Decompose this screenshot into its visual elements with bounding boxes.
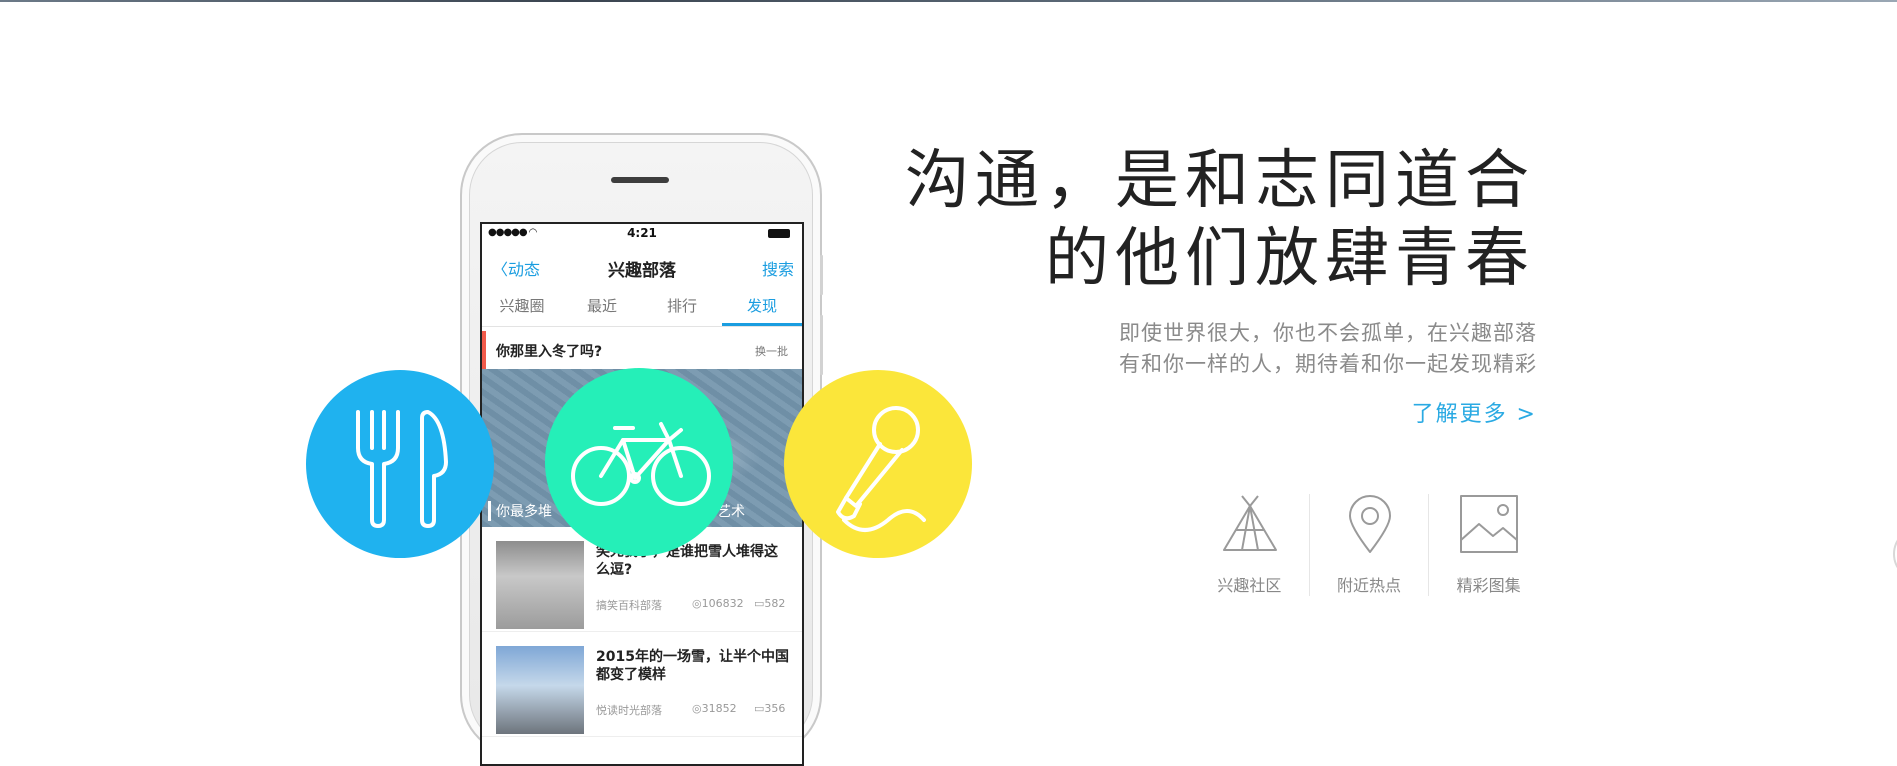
bicycle-icon xyxy=(571,422,711,506)
microphone-icon xyxy=(836,406,926,532)
comments-count: 356 xyxy=(764,702,786,715)
cycling-category-circle[interactable] xyxy=(545,368,733,556)
karaoke-category-circle[interactable] xyxy=(784,370,972,558)
article-thumbnail xyxy=(496,646,584,734)
learn-more-link[interactable]: 了解更多 > xyxy=(1412,396,1537,428)
subcopy-line1: 即使世界很大，你也不会孤单，在兴趣部落 xyxy=(1119,321,1537,345)
feature-label: 兴趣社区 xyxy=(1217,576,1282,595)
feature-interest-community[interactable]: 兴趣社区 xyxy=(1190,494,1309,596)
location-pin-icon xyxy=(1348,495,1391,553)
views-count: 106832 xyxy=(701,597,744,610)
article-views: ◎31852 xyxy=(692,702,737,715)
battery-icon xyxy=(768,229,790,238)
food-category-circle[interactable] xyxy=(306,370,494,558)
search-button[interactable]: 搜索 xyxy=(762,256,794,280)
feature-label: 附近热点 xyxy=(1337,576,1402,595)
app-title: 兴趣部落 xyxy=(608,261,676,281)
fork-knife-icon xyxy=(356,410,448,528)
tab-bar: 兴趣圈 最近 排行 发现 xyxy=(482,288,802,327)
comment-icon: ▭ xyxy=(754,597,765,610)
eye-icon: ◎ xyxy=(692,702,702,715)
comments-count: 582 xyxy=(764,597,786,610)
article-source: 搞笑百科部落 xyxy=(596,599,662,612)
subcopy-line2: 有和你一样的人，期待着和你一起发现精彩 xyxy=(1119,352,1537,376)
top-accent-bar xyxy=(0,0,1897,2)
headline-line1: 沟通，是和志同道合 xyxy=(905,144,1535,218)
image-gallery-icon xyxy=(1460,495,1519,553)
phone-side-button xyxy=(820,255,823,295)
tab-ranking[interactable]: 排行 xyxy=(642,288,722,326)
app-navbar: 〈动态 兴趣部落 搜索 xyxy=(482,244,802,288)
list-item[interactable]: 2015年的一场雪，让半个中国都变了模样 悦读时光部落 ◎31852 ▭356 xyxy=(482,632,802,737)
phone-speaker xyxy=(611,177,669,183)
tab-interest-circle[interactable]: 兴趣圈 xyxy=(482,288,562,326)
article-source: 悦读时光部落 xyxy=(596,704,662,717)
status-bar: ●●●●● ◠ 4:21 xyxy=(482,224,802,244)
headline-line2: 的他们放肆青春 xyxy=(1045,222,1535,296)
topic-question: 你那里入冬了吗? xyxy=(496,344,603,360)
feature-label: 精彩图集 xyxy=(1456,576,1521,595)
article-views: ◎106832 xyxy=(692,597,744,610)
tent-icon xyxy=(1223,495,1277,551)
tab-recent[interactable]: 最近 xyxy=(562,288,642,326)
views-count: 31852 xyxy=(701,702,737,715)
phone-side-button xyxy=(820,315,823,375)
article-comments: ▭582 xyxy=(754,597,785,610)
comment-icon: ▭ xyxy=(754,702,765,715)
feature-list: 兴趣社区 附近热点 精彩图集 xyxy=(1190,494,1548,596)
refresh-button[interactable]: 换一批 xyxy=(755,343,788,359)
hero-headline: 沟通，是和志同道合 的他们放肆青春 xyxy=(905,142,1535,298)
tab-discover[interactable]: 发现 xyxy=(722,288,802,326)
hero-subcopy: 即使世界很大，你也不会孤单，在兴趣部落 有和你一样的人，期待着和你一起发现精彩 xyxy=(1119,318,1537,380)
carousel-next-button[interactable] xyxy=(1893,527,1897,581)
banner-caption: 你最多堆 xyxy=(488,501,552,521)
article-title: 2015年的一场雪，让半个中国都变了模样 xyxy=(596,649,789,683)
feature-nearby-hotspots[interactable]: 附近热点 xyxy=(1308,494,1429,596)
topic-header: 你那里入冬了吗? 换一批 xyxy=(482,331,802,369)
feature-photo-gallery[interactable]: 精彩图集 xyxy=(1428,494,1548,596)
status-time: 4:21 xyxy=(627,226,657,240)
article-comments: ▭356 xyxy=(754,702,785,715)
eye-icon: ◎ xyxy=(692,597,702,610)
